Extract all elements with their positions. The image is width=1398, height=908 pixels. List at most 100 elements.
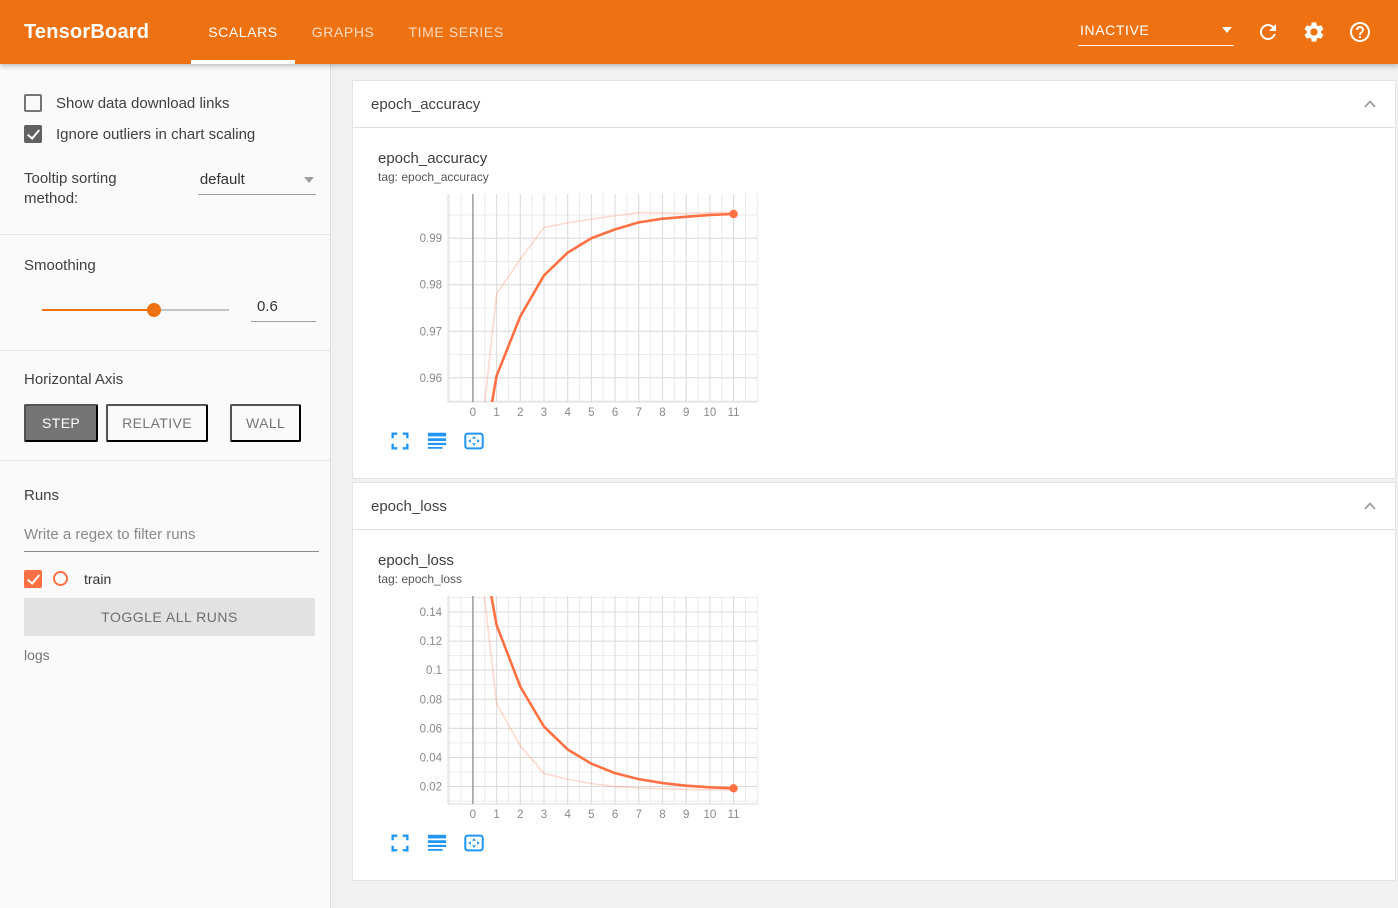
- svg-text:11: 11: [728, 407, 740, 419]
- svg-text:4: 4: [564, 809, 571, 821]
- run-train-label: train: [84, 570, 112, 587]
- ignore-outliers-label: Ignore outliers in chart scaling: [56, 125, 256, 143]
- app-title: TensorBoard: [24, 20, 150, 43]
- horizontal-axis-buttons: STEP RELATIVE WALL: [24, 403, 316, 460]
- svg-text:8: 8: [659, 809, 665, 821]
- chevron-down-icon: [304, 176, 314, 183]
- chart-toolbar: [378, 832, 1395, 854]
- chevron-down-icon: [1222, 27, 1232, 33]
- run-color-circle[interactable]: [53, 571, 68, 586]
- log-scale-lines-icon[interactable]: [426, 430, 448, 452]
- status-dropdown[interactable]: INACTIVE: [1078, 18, 1234, 46]
- general-settings-section: Show data download links Ignore outliers…: [0, 64, 330, 235]
- ignore-outliers-row[interactable]: Ignore outliers in chart scaling: [24, 125, 316, 143]
- axis-wall-button[interactable]: WALL: [230, 403, 302, 442]
- svg-text:10: 10: [703, 407, 716, 419]
- card-header-title: epoch_loss: [371, 497, 447, 515]
- tab-graphs[interactable]: GRAPHS: [295, 0, 392, 64]
- svg-text:0: 0: [470, 407, 476, 419]
- help-icon[interactable]: [1348, 20, 1372, 44]
- svg-text:5: 5: [588, 407, 594, 419]
- runs-section: Runs train TOGGLE ALL RUNS logs: [0, 461, 330, 679]
- show-download-links-row[interactable]: Show data download links: [24, 94, 316, 112]
- axis-step-button[interactable]: STEP: [24, 403, 99, 442]
- svg-text:0.08: 0.08: [420, 694, 442, 706]
- card-body: epoch_accuracy tag: epoch_accuracy 0 1 2 3 4…: [353, 128, 1395, 478]
- smoothing-value-field[interactable]: 0.6: [250, 298, 316, 322]
- svg-text:7: 7: [636, 809, 642, 821]
- svg-text:10: 10: [703, 809, 716, 821]
- show-download-links-checkbox[interactable]: [24, 94, 42, 112]
- chart-title: epoch_loss: [378, 552, 454, 569]
- svg-text:1: 1: [493, 809, 499, 821]
- fit-domain-to-data-icon[interactable]: [463, 832, 485, 854]
- svg-text:0.1: 0.1: [426, 665, 442, 677]
- svg-text:6: 6: [612, 809, 618, 821]
- refresh-icon[interactable]: [1256, 20, 1280, 44]
- slider-track-empty: [154, 308, 229, 311]
- card-epoch-loss-header[interactable]: epoch_loss: [353, 483, 1395, 530]
- smoothing-label: Smoothing: [24, 256, 96, 274]
- tab-time-series-label: TIME SERIES: [408, 24, 504, 40]
- ignore-outliers-checkbox[interactable]: [24, 125, 42, 143]
- toggle-all-runs-button[interactable]: TOGGLE ALL RUNS: [24, 597, 315, 636]
- svg-text:3: 3: [541, 407, 547, 419]
- svg-text:0.98: 0.98: [420, 280, 442, 292]
- run-train-checkbox[interactable]: [24, 569, 42, 588]
- chart-tag: tag: epoch_accuracy: [378, 170, 489, 184]
- scalars-dashboard: epoch_accuracy epoch_accuracy tag: epoch…: [331, 64, 1398, 908]
- settings-sidebar: Show data download links Ignore outliers…: [0, 64, 331, 908]
- tooltip-sorting-row: Tooltip sorting method: default: [24, 169, 316, 234]
- epoch-accuracy-line-chart[interactable]: 0 1 2 3 4 5 6 7 8 9 10 11 0.96 0.97 0.98 0.99: [378, 190, 770, 422]
- svg-text:0.99: 0.99: [420, 233, 442, 245]
- svg-text:2: 2: [517, 809, 523, 821]
- svg-text:0.96: 0.96: [420, 373, 442, 385]
- svg-text:8: 8: [659, 407, 665, 419]
- svg-text:1: 1: [493, 407, 499, 419]
- svg-text:9: 9: [683, 407, 689, 419]
- log-scale-lines-icon[interactable]: [426, 832, 448, 854]
- svg-text:9: 9: [683, 809, 689, 821]
- epoch-loss-line-chart[interactable]: 0 1 2 3 4 5 6 7 8 9 10 11 0.02 0.04 0.06 0.08 0.1 0.12 0.1…: [378, 592, 770, 824]
- expand-chart-icon[interactable]: [389, 430, 411, 452]
- slider-thumb[interactable]: [147, 302, 162, 317]
- tooltip-sorting-value: default: [199, 171, 245, 188]
- svg-text:7: 7: [636, 407, 642, 419]
- svg-text:0.02: 0.02: [420, 782, 442, 794]
- svg-text:0.06: 0.06: [420, 723, 442, 735]
- svg-text:3: 3: [541, 809, 547, 821]
- runs-filter-input[interactable]: [24, 523, 319, 552]
- svg-text:5: 5: [588, 809, 594, 821]
- smoothing-slider-row: 0.6: [24, 298, 316, 350]
- runs-logdir-label: logs: [24, 646, 50, 663]
- chart-toolbar: [378, 430, 1395, 452]
- settings-gear-icon[interactable]: [1302, 20, 1326, 44]
- tooltip-sorting-select[interactable]: default: [197, 169, 316, 195]
- chart-tag: tag: epoch_loss: [378, 572, 463, 586]
- header-actions: INACTIVE: [1078, 0, 1398, 64]
- card-epoch-accuracy-header[interactable]: epoch_accuracy: [353, 81, 1395, 128]
- chart-title: epoch_accuracy: [378, 150, 488, 167]
- card-body: epoch_loss tag: epoch_loss 0 1 2 3 4 5 6 7 8 9 10 1…: [353, 530, 1395, 880]
- horizontal-axis-label: Horizontal Axis: [24, 370, 124, 388]
- card-epoch-loss: epoch_loss epoch_loss tag: epoch_loss 0 1…: [352, 482, 1396, 881]
- tab-scalars[interactable]: SCALARS: [191, 0, 295, 64]
- tab-time-series[interactable]: TIME SERIES: [391, 0, 520, 64]
- card-header-title: epoch_accuracy: [371, 95, 481, 113]
- svg-text:11: 11: [728, 809, 740, 821]
- axis-relative-button[interactable]: RELATIVE: [106, 403, 209, 442]
- collapse-chevron-up-icon[interactable]: [1363, 99, 1377, 109]
- tab-graphs-label: GRAPHS: [311, 24, 375, 40]
- expand-chart-icon[interactable]: [389, 832, 411, 854]
- runs-label: Runs: [24, 486, 60, 504]
- show-download-links-label: Show data download links: [56, 94, 230, 112]
- fit-domain-to-data-icon[interactable]: [463, 430, 485, 452]
- horizontal-axis-section: Horizontal Axis STEP RELATIVE WALL: [0, 351, 330, 461]
- main-tabs: SCALARS GRAPHS TIME SERIES: [191, 0, 521, 64]
- svg-text:0.04: 0.04: [420, 752, 443, 764]
- smoothing-slider[interactable]: [42, 302, 229, 317]
- smoothing-section: Smoothing 0.6: [0, 235, 330, 351]
- tooltip-sorting-label: Tooltip sorting method:: [24, 170, 117, 208]
- collapse-chevron-up-icon[interactable]: [1363, 501, 1377, 511]
- svg-text:0: 0: [470, 809, 476, 821]
